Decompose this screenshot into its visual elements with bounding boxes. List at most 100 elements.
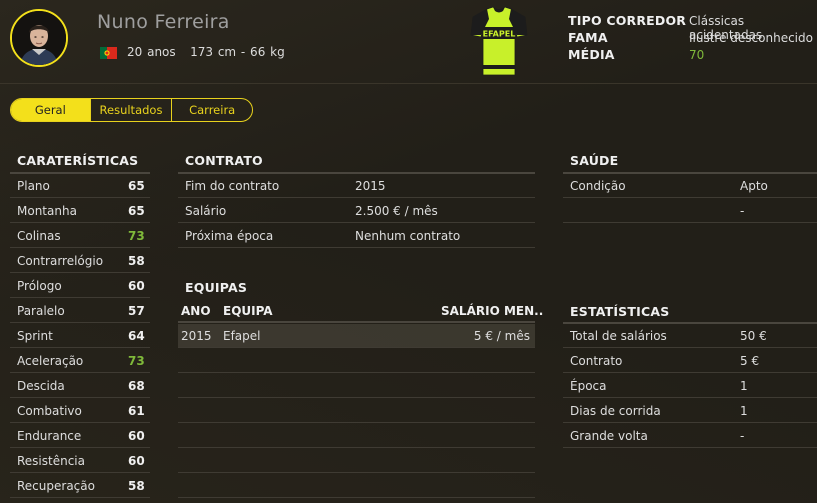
team-salary: 5 € / mês [473,329,530,343]
contract-row: Próxima época Nenhum contrato [178,224,535,248]
contract-title: CONTRATO [185,153,263,168]
characteristic-row: Endurance 60 [10,424,150,448]
stat-label: Total de salários [570,329,667,343]
contract-row: Fim do contrato 2015 [178,174,535,198]
summary-value-average: 70 [689,48,705,62]
stat-row: Total de salários 50 € [563,324,817,348]
characteristic-row: Paralelo 57 [10,299,150,323]
stat-value: 50 € [740,329,767,343]
characteristic-value: 73 [128,229,145,243]
characteristic-label: Descida [17,379,65,393]
characteristic-label: Recuperação [17,479,95,493]
team-name: Efapel [223,329,261,343]
stat-label: Contrato [570,354,623,368]
tab-geral[interactable]: Geral [11,99,91,121]
characteristic-label: Prólogo [17,279,62,293]
portugal-flag-icon [100,47,117,59]
characteristic-value: 60 [128,279,145,293]
summary-value-fame: Ilustre desconhecido [689,31,813,45]
characteristic-row: Sprint 64 [10,324,150,348]
stat-row: Dias de corrida 1 [563,399,817,423]
team-jersey-icon: EFAPEL [469,5,529,79]
characteristic-row: Montanha 65 [10,199,150,223]
summary-label-average: MÉDIA [568,47,615,62]
characteristic-value: 73 [128,354,145,368]
characteristic-label: Plano [17,179,50,193]
characteristic-value: 60 [128,454,145,468]
characteristic-label: Paralelo [17,304,65,318]
characteristic-value: 58 [128,254,145,268]
tab-resultados[interactable]: Resultados [91,99,173,121]
rider-height-weight: 173 cm - 66 kg [190,45,285,59]
health-label: Condição [570,179,626,193]
stat-value: 5 € [740,354,760,368]
contract-value: 2.500 € / mês [355,204,438,218]
characteristic-label: Colinas [17,229,61,243]
tab-carreira[interactable]: Carreira [172,99,252,121]
team-year: 2015 [181,329,212,343]
characteristic-row: Contrarrelógio 58 [10,249,150,273]
stat-value: - [740,429,745,443]
header-divider [0,83,817,84]
table-row-empty [178,474,535,498]
rider-avatar [10,9,68,67]
health-value: - [740,204,745,218]
stat-value: 1 [740,379,748,393]
characteristic-label: Resistência [17,454,85,468]
teams-underline [178,321,535,323]
characteristics-title: CARATERÍSTICAS [17,153,139,168]
summary-label-fame: FAMA [568,30,608,45]
characteristic-value: 57 [128,304,145,318]
stat-row: Contrato 5 € [563,349,817,373]
characteristic-value: 61 [128,404,145,418]
table-row-empty [178,424,535,448]
characteristic-label: Endurance [17,429,82,443]
table-row-empty [178,399,535,423]
tab-bar: Geral Resultados Carreira [10,98,253,122]
table-row-empty [178,449,535,473]
contract-row: Salário 2.500 € / mês [178,199,535,223]
health-title: SAÚDE [570,153,619,168]
table-row-empty [178,349,535,373]
characteristic-label: Sprint [17,329,53,343]
stat-label: Grande volta [570,429,648,443]
teams-col-year[interactable]: ANO [181,304,211,318]
teams-title: EQUIPAS [185,280,248,295]
stat-value: 1 [740,404,748,418]
characteristic-label: Montanha [17,204,77,218]
contract-label: Próxima época [185,229,274,243]
rider-name: Nuno Ferreira [97,11,230,33]
teams-col-team[interactable]: EQUIPA [223,304,273,318]
stat-label: Dias de corrida [570,404,661,418]
characteristic-row: Resistência 60 [10,449,150,473]
characteristic-value: 58 [128,479,145,493]
health-row: - [563,199,817,223]
rider-portrait-icon [12,11,66,65]
table-row-empty [178,374,535,398]
rider-info: 20 anos 173 cm - 66 kg [127,45,285,59]
jersey-sponsor-text: EFAPEL [483,30,516,39]
characteristic-value: 65 [128,204,145,218]
characteristic-label: Contrarrelógio [17,254,104,268]
contract-label: Salário [185,204,227,218]
stat-label: Época [570,379,607,393]
characteristic-value: 68 [128,379,145,393]
health-value: Apto [740,179,768,193]
rider-age: 20 anos [127,45,176,59]
stat-row: Época 1 [563,374,817,398]
characteristic-label: Combativo [17,404,82,418]
stat-row: Grande volta - [563,424,817,448]
stats-title: ESTATÍSTICAS [570,304,670,319]
table-row: 2015 Efapel 5 € / mês [178,324,535,348]
contract-value: 2015 [355,179,386,193]
characteristic-value: 60 [128,429,145,443]
characteristic-value: 65 [128,179,145,193]
characteristic-row: Recuperação 58 [10,474,150,498]
teams-col-salary[interactable]: SALÁRIO MEN.. [441,304,543,318]
characteristic-label: Aceleração [17,354,84,368]
characteristic-value: 64 [128,329,145,343]
characteristic-row: Prólogo 60 [10,274,150,298]
contract-value: Nenhum contrato [355,229,461,243]
health-row: Condição Apto [563,174,817,198]
characteristic-row: Plano 65 [10,174,150,198]
